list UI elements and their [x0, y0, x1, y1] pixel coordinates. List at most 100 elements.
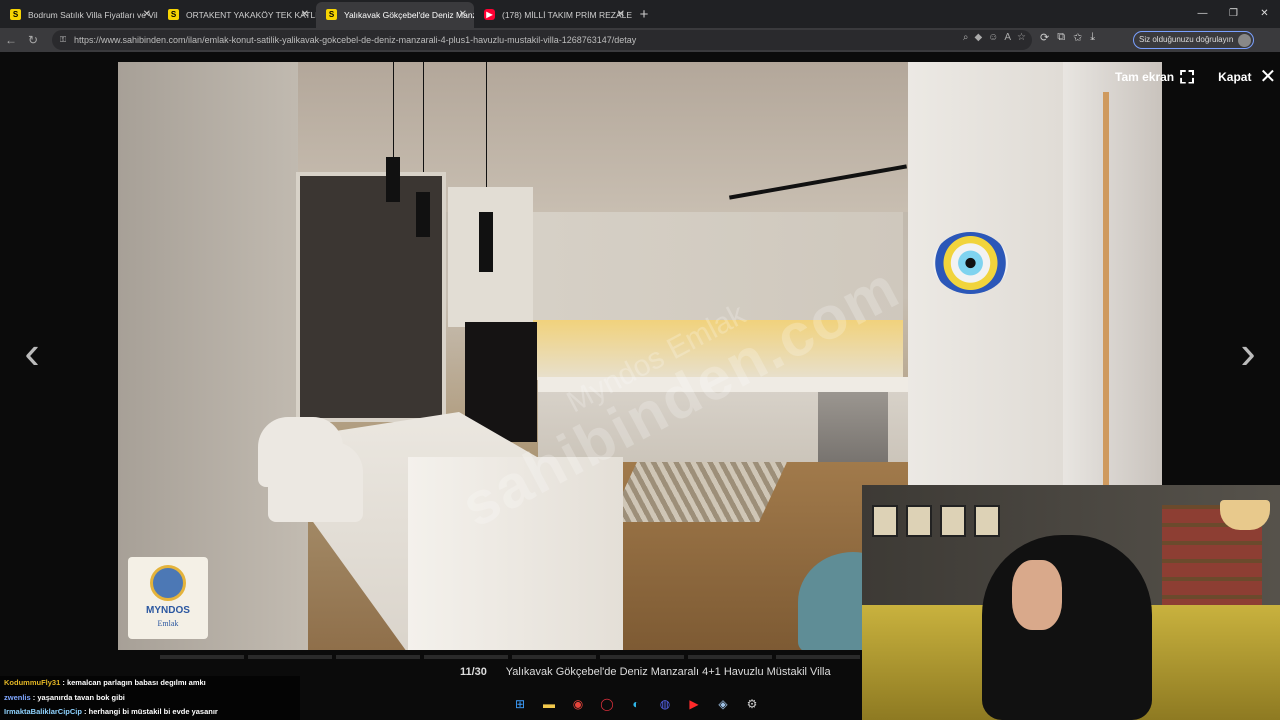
photo-bar-chair [268, 442, 363, 522]
youtube-music-icon[interactable]: ▶ [684, 694, 704, 714]
omnibox-actions: ⌕ ◆ ☺ A ☆ [963, 32, 1026, 43]
thumbnail[interactable] [600, 655, 684, 659]
opera-icon[interactable]: ◯ [597, 694, 617, 714]
picture-frame [940, 505, 966, 537]
steam-icon[interactable]: ◈ [713, 694, 733, 714]
agency-logo-subtitle: Emlak [157, 619, 179, 628]
windows-taskbar: ⊞ ▬ ◉ ◯ ◐ ◍ ▶ ◈ ⚙ [510, 692, 762, 716]
agency-logo-title: MYNDOS [146, 605, 190, 616]
chat-text: : yaşanırda tavan bok gibi [32, 692, 125, 702]
close-tab-icon[interactable]: ✕ [301, 2, 309, 28]
thumbnail[interactable] [688, 655, 772, 659]
close-viewer-label[interactable]: Kapat [1218, 70, 1251, 84]
favorites-icon[interactable]: ✩ [1073, 31, 1082, 44]
thumbnail[interactable] [336, 655, 420, 659]
close-tab-icon[interactable]: ✕ [459, 2, 467, 28]
tab-title: ORTAKENT YAKAKÖY TEK KATLI HA [186, 10, 316, 20]
reload-icon[interactable]: ↻ [22, 33, 44, 47]
webcam-lamp [1220, 500, 1270, 530]
minimize-button[interactable]: — [1187, 0, 1218, 28]
settings-icon[interactable]: ⚙ [742, 694, 762, 714]
new-tab-button[interactable]: + [632, 2, 656, 28]
webcam-face [1012, 560, 1062, 630]
browser-toolbar: ← ↻ ⚿ https://www.sahibinden.com/ilan/em… [0, 28, 1280, 52]
sahibinden-favicon-icon: S [168, 9, 179, 20]
chat-message: KodummuFly31 : kemalcan parlagın babası … [0, 676, 300, 691]
sahibinden-favicon-icon: S [10, 9, 21, 20]
listing-title: Yalıkavak Gökçebel'de Deniz Manzaralı 4+… [505, 666, 831, 678]
discord-icon[interactable]: ◍ [655, 694, 675, 714]
agency-logo-icon [150, 565, 186, 601]
chat-message: zwenlis : yaşanırda tavan bok gibi [0, 690, 300, 705]
close-tab-icon[interactable]: ✕ [617, 2, 625, 28]
close-tab-icon[interactable]: ✕ [143, 2, 151, 28]
tab-title: Yalıkavak Gökçebel'de Deniz Manz [344, 10, 474, 20]
picture-frame [974, 505, 1000, 537]
thumbnail[interactable] [776, 655, 860, 659]
youtube-favicon-icon: ▶ [484, 9, 495, 20]
browser-tab-strip: S Bodrum Satılık Villa Fiyatları ve Vil … [0, 0, 1280, 28]
address-bar[interactable]: ⚿ https://www.sahibinden.com/ilan/emlak-… [52, 30, 1032, 50]
downloads-icon[interactable]: ⤓ [1090, 31, 1095, 44]
stream-chat: KodummuFly31 : kemalcan parlagın babası … [0, 676, 300, 720]
thumbnail[interactable] [248, 655, 332, 659]
refresh-page-icon[interactable]: ⟳ [1040, 31, 1049, 44]
chat-username: IrmaktaBaliklarCipCip [4, 707, 82, 716]
picture-frame [906, 505, 932, 537]
split-screen-icon[interactable]: ⧉ [1057, 31, 1065, 44]
photo-evil-eye [933, 232, 1008, 294]
fullscreen-label[interactable]: Tam ekran [1115, 70, 1174, 84]
photo-ladder [1103, 92, 1162, 487]
webcam-overlay [862, 485, 1280, 720]
tab-title: (178) MİLLİ TAKIM PRİM REZALETİ [502, 10, 632, 20]
tab-title: Bodrum Satılık Villa Fiyatları ve Vil [28, 10, 158, 20]
thumbnail[interactable] [424, 655, 508, 659]
extension-shield-icon[interactable]: ◆ [974, 32, 982, 43]
photo-counter: 11/30 [460, 666, 487, 678]
read-aloud-icon[interactable]: A [1004, 32, 1011, 43]
photo-wire [393, 62, 394, 157]
chat-username: KodummuFly31 [4, 678, 61, 687]
previous-photo-button[interactable]: ‹ [17, 327, 47, 377]
fullscreen-icon[interactable] [1180, 69, 1195, 84]
close-icon[interactable]: ✕ [1259, 64, 1276, 89]
edge-icon[interactable]: ◐ [626, 694, 646, 714]
window-close-button[interactable]: ✕ [1249, 0, 1280, 28]
webcam-streamer [982, 535, 1152, 720]
thumbnail[interactable] [512, 655, 596, 659]
chat-text: : herhangi bi müstakil bi evde yasanır [84, 707, 218, 716]
thumbnail[interactable] [160, 655, 244, 659]
windows-start-icon[interactable]: ⊞ [510, 694, 530, 714]
back-arrow-icon[interactable]: ← [0, 33, 22, 47]
tab-youtube[interactable]: ▶ (178) MİLLİ TAKIM PRİM REZALETİ ✕ [474, 2, 632, 28]
zoom-icon[interactable]: ⌕ [963, 32, 969, 43]
chat-text: : kemalcan parlagın babası degılmı amkı [62, 678, 206, 687]
avatar [1238, 34, 1252, 47]
url-text[interactable]: https://www.sahibinden.com/ilan/emlak-ko… [74, 35, 636, 45]
tab-ortakent[interactable]: S ORTAKENT YAKAKÖY TEK KATLI HA ✕ [158, 2, 316, 28]
photo-pendant-lamp [479, 212, 493, 272]
chrome-icon[interactable]: ◉ [568, 694, 588, 714]
favorite-star-icon[interactable]: ☆ [1017, 32, 1026, 43]
sahibinden-favicon-icon: S [326, 9, 337, 20]
site-info-icon[interactable]: ⚿ [60, 35, 70, 45]
tab-yalikavak-active[interactable]: S Yalıkavak Gökçebel'de Deniz Manz ✕ [316, 2, 474, 28]
maximize-button[interactable]: ❐ [1218, 0, 1249, 28]
picture-frame [872, 505, 898, 537]
profile-label: Siz olduğunuzu doğrulayın [1139, 35, 1234, 44]
toolbar-actions: ⟳ ⧉ ✩ ⤓ [1040, 31, 1095, 44]
photo-pendant-lamp [416, 192, 430, 237]
file-explorer-icon[interactable]: ▬ [539, 694, 559, 714]
webcam-picture-frames [872, 505, 1000, 537]
window-controls: — ❐ ✕ [1187, 0, 1280, 28]
photo-rug [609, 462, 787, 522]
thumbnail-strip [160, 655, 860, 659]
profile-button[interactable]: Siz olduğunuzu doğrulayın [1133, 31, 1255, 49]
smiley-icon[interactable]: ☺ [988, 32, 998, 43]
photo-pendant-lamp [386, 157, 400, 202]
viewer-controls: Tam ekran Kapat ✕ [1115, 64, 1276, 89]
chat-message: IrmaktaBaliklarCipCip : herhangi bi müst… [0, 705, 300, 720]
next-photo-button[interactable]: › [1233, 327, 1263, 377]
agency-logo: MYNDOS Emlak [128, 557, 208, 639]
tab-bodrum-villa[interactable]: S Bodrum Satılık Villa Fiyatları ve Vil … [0, 2, 158, 28]
